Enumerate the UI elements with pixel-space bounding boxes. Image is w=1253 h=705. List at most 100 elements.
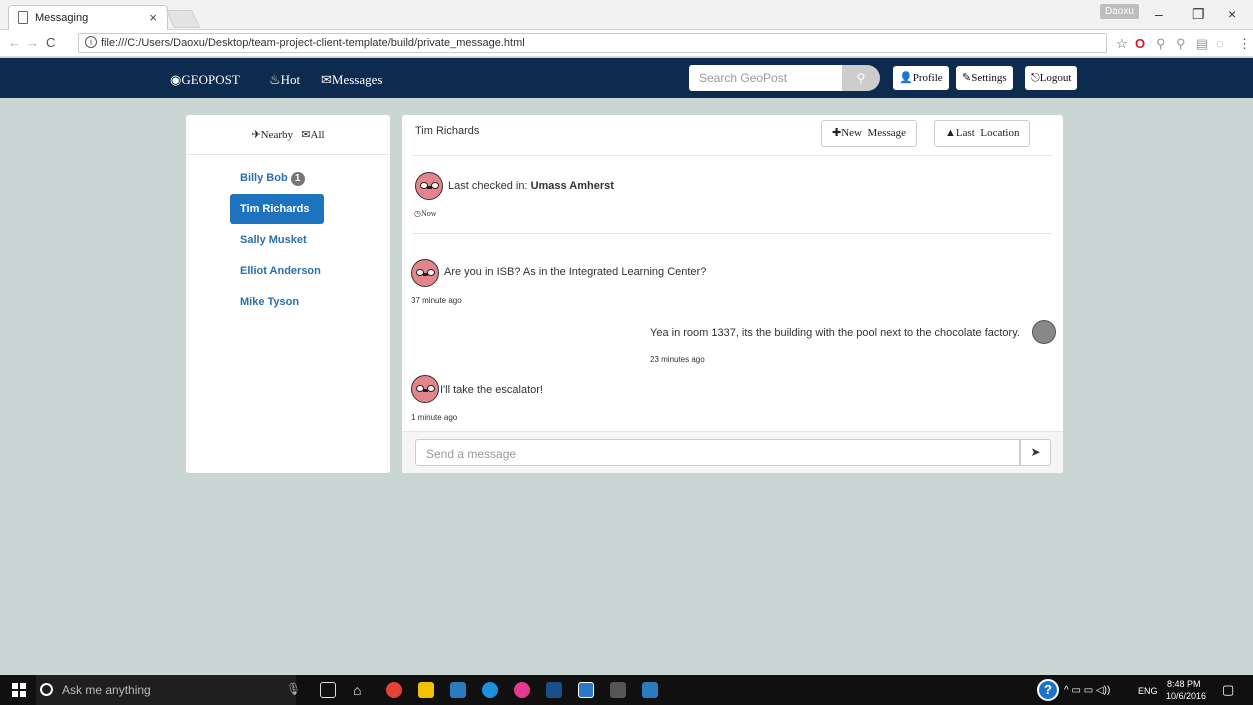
app-navbar: ◉GEOPOST ♨Hot ✉Messages Search GeoPost ⚲… bbox=[0, 58, 1253, 98]
os-taskbar: Ask me anything 🎙 ⌂ ? ^ ▭ ▭ ◁)) ENG 8:48… bbox=[0, 675, 1253, 705]
home-icon[interactable]: ⌂ bbox=[353, 682, 369, 698]
messages-link[interactable]: ✉Messages bbox=[321, 72, 382, 88]
message-text: Are you in ISB? As in the Integrated Lea… bbox=[444, 266, 707, 278]
reload-icon[interactable]: C bbox=[46, 35, 55, 50]
app-icon[interactable] bbox=[642, 682, 658, 698]
chat-contact-name: Tim Richards bbox=[415, 125, 480, 137]
user-icon: 👤 bbox=[899, 72, 913, 84]
chat-header: Tim Richards ✚New Message ▲Last Location bbox=[402, 115, 1063, 155]
extension-icon[interactable]: ◌ bbox=[1216, 36, 1224, 51]
opera-icon[interactable]: O bbox=[1135, 36, 1145, 51]
bookmark-star-icon[interactable]: ☆ bbox=[1116, 36, 1128, 52]
hot-link[interactable]: ♨Hot bbox=[269, 72, 300, 88]
app-icon[interactable] bbox=[450, 682, 466, 698]
logout-button[interactable]: ⎋Logout bbox=[1025, 66, 1078, 90]
contact-item[interactable]: Billy Bob 1 bbox=[230, 163, 324, 193]
extension-icon[interactable]: ▤ bbox=[1196, 36, 1208, 52]
contact-item[interactable]: Elliot Anderson bbox=[230, 256, 324, 286]
app-icon[interactable] bbox=[482, 682, 498, 698]
conversation-filter-tabs: ✈Nearby ✉All bbox=[186, 115, 390, 155]
clock-icon: ◷ bbox=[414, 209, 421, 218]
last-location-button[interactable]: ▲Last Location bbox=[934, 120, 1031, 147]
contact-list: Billy Bob 1 Tim Richards Sally Musket Ell… bbox=[186, 155, 390, 317]
chrome-icon[interactable] bbox=[386, 682, 402, 698]
search-icon: ⚲ bbox=[856, 71, 866, 85]
tab-all[interactable]: ✉All bbox=[301, 129, 324, 141]
send-icon: ➤ bbox=[1030, 445, 1041, 459]
page-icon bbox=[18, 11, 28, 24]
task-view-icon[interactable] bbox=[320, 682, 336, 698]
address-bar-row: ← → C i file:///C:/Users/Daoxu/Desktop/t… bbox=[0, 30, 1253, 57]
search-button[interactable]: ⚲ bbox=[842, 65, 880, 91]
checkin-time: ◷Now bbox=[414, 209, 437, 218]
globe-icon: ◉ bbox=[170, 72, 182, 87]
help-icon[interactable]: ? bbox=[1037, 679, 1059, 701]
send-button[interactable]: ➤ bbox=[1020, 439, 1051, 466]
back-icon[interactable]: ← bbox=[8, 35, 21, 50]
tray-icons[interactable]: ^ ▭ ▭ ◁)) bbox=[1064, 685, 1110, 696]
settings-button[interactable]: ✎Settings bbox=[956, 66, 1013, 90]
url-field[interactable]: i file:///C:/Users/Daoxu/Desktop/team-pr… bbox=[78, 33, 1107, 53]
contact-item[interactable]: Sally Musket bbox=[230, 225, 324, 255]
forward-icon[interactable]: → bbox=[26, 35, 39, 50]
message-text: Yea in room 1337, its the building with … bbox=[650, 327, 1020, 339]
contact-item-active[interactable]: Tim Richards bbox=[230, 194, 324, 224]
info-icon[interactable]: i bbox=[85, 36, 97, 48]
contact-avatar bbox=[411, 259, 439, 287]
clock-time[interactable]: 8:48 PM bbox=[1167, 679, 1201, 689]
tab-close-icon[interactable]: × bbox=[149, 10, 157, 25]
browser-tab[interactable]: Messaging × bbox=[8, 5, 168, 30]
extension-icon[interactable]: ⚲ bbox=[1156, 36, 1166, 52]
conversations-panel: ✈Nearby ✉All Billy Bob 1 Tim Richards Sal… bbox=[186, 115, 390, 473]
file-explorer-icon[interactable] bbox=[418, 682, 434, 698]
epic-games-icon[interactable] bbox=[610, 682, 626, 698]
profile-button[interactable]: 👤Profile bbox=[893, 66, 949, 90]
pin-icon: ✈ bbox=[251, 129, 261, 141]
divider bbox=[412, 155, 1052, 156]
logout-icon: ⎋ bbox=[1031, 72, 1040, 84]
contact-avatar bbox=[415, 172, 443, 200]
clock-date[interactable]: 10/6/2016 bbox=[1166, 691, 1206, 701]
tab-nearby[interactable]: ✈Nearby bbox=[251, 129, 293, 141]
search-input[interactable]: Search GeoPost bbox=[689, 65, 842, 91]
extension-icon[interactable]: ⚲ bbox=[1176, 36, 1186, 52]
browser-profile-chip[interactable]: Daoxu bbox=[1100, 4, 1139, 19]
menu-icon[interactable]: ⋮ bbox=[1238, 36, 1251, 52]
chat-panel: Tim Richards ✚New Message ▲Last Location… bbox=[402, 115, 1063, 473]
contact-item[interactable]: Mike Tyson bbox=[230, 287, 324, 317]
wrench-icon: ✎ bbox=[962, 72, 972, 84]
message-input[interactable]: Send a message bbox=[415, 439, 1020, 466]
message-time: 1 minute ago bbox=[411, 413, 458, 422]
divider bbox=[412, 233, 1052, 234]
notifications-icon[interactable]: ▢ bbox=[1222, 682, 1234, 698]
url-text: file:///C:/Users/Daoxu/Desktop/team-proj… bbox=[101, 37, 525, 49]
user-avatar bbox=[1032, 320, 1056, 344]
tab-title: Messaging bbox=[35, 12, 89, 24]
plus-icon: ✚ bbox=[832, 127, 842, 139]
restore-button[interactable]: ❐ bbox=[1192, 6, 1205, 23]
envelope-icon: ✉ bbox=[301, 129, 311, 141]
compose-area: Send a message ➤ bbox=[402, 431, 1063, 473]
cortana-icon bbox=[40, 683, 53, 696]
new-tab-button[interactable] bbox=[165, 10, 201, 28]
contact-avatar bbox=[411, 375, 439, 403]
checkin-text: Last checked in: Umass Amherst bbox=[448, 180, 614, 192]
brand-link[interactable]: ◉GEOPOST bbox=[170, 72, 240, 88]
app-icon[interactable] bbox=[578, 682, 594, 698]
new-message-button[interactable]: ✚New Message bbox=[821, 120, 917, 147]
message-time: 23 minutes ago bbox=[650, 355, 705, 364]
fire-icon: ♨ bbox=[269, 72, 281, 87]
browser-tab-bar: Messaging × Daoxu – ❐ × bbox=[0, 0, 1253, 30]
message-text: I'll take the escalator! bbox=[440, 384, 543, 396]
unread-badge: 1 bbox=[290, 172, 305, 186]
microphone-icon[interactable]: 🎙 bbox=[286, 682, 302, 698]
windows-start-icon[interactable] bbox=[12, 683, 26, 697]
app-icon[interactable] bbox=[514, 682, 530, 698]
steam-icon[interactable] bbox=[546, 682, 562, 698]
language-indicator[interactable]: ENG bbox=[1138, 686, 1158, 696]
cortana-search-box[interactable]: Ask me anything bbox=[36, 675, 296, 705]
message-time: 37 minute ago bbox=[411, 296, 462, 305]
minimize-button[interactable]: – bbox=[1155, 6, 1163, 22]
road-icon: ▲ bbox=[945, 127, 956, 139]
close-window-button[interactable]: × bbox=[1228, 6, 1236, 22]
